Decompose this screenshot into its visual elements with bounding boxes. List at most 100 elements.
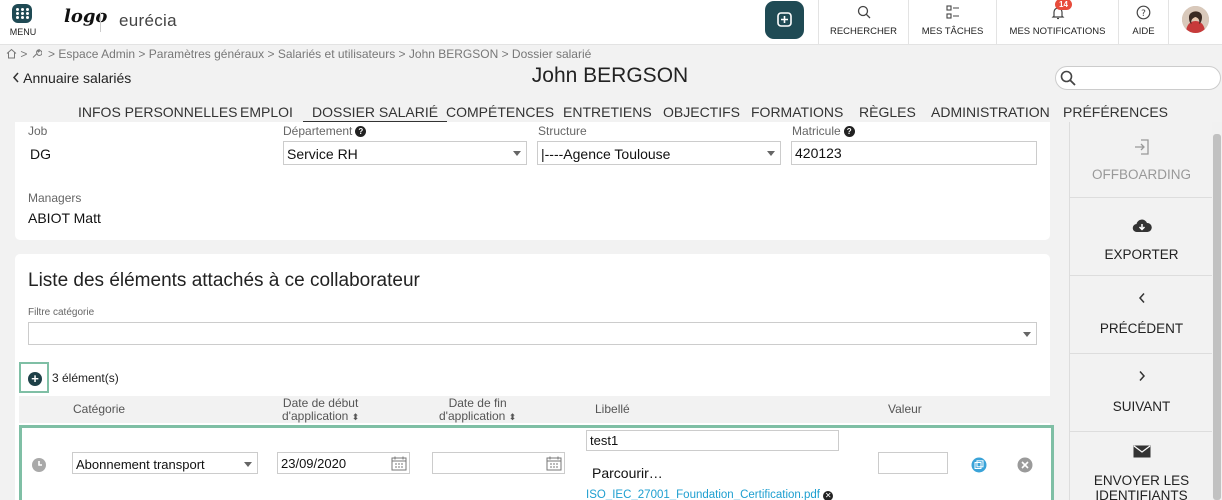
- user-menu[interactable]: [1168, 0, 1222, 45]
- structure-label: Structure: [538, 124, 587, 138]
- browse-button[interactable]: Parcourir…: [592, 465, 663, 481]
- label-input[interactable]: test1: [586, 430, 839, 451]
- col-category[interactable]: Catégorie: [73, 403, 125, 416]
- remove-file-icon[interactable]: ✕: [823, 491, 834, 500]
- menu-button[interactable]: MENU: [0, 0, 46, 45]
- employee-search-box[interactable]: [1055, 66, 1221, 90]
- calendar-icon[interactable]: [546, 456, 562, 471]
- tab-administration[interactable]: ADMINISTRATION: [931, 104, 1050, 120]
- duplicate-icon[interactable]: [971, 457, 987, 473]
- tab-dossier-salarie[interactable]: DOSSIER SALARIÉ: [303, 104, 448, 123]
- job-value: DG: [30, 146, 51, 162]
- employee-info-card: [15, 122, 1050, 240]
- department-label-text: Département: [283, 124, 353, 138]
- search-nav-button[interactable]: RECHERCHER: [818, 0, 908, 45]
- category-filter-select[interactable]: [28, 322, 1037, 345]
- tab-infos-personnelles[interactable]: INFOS PERSONNELLES: [78, 104, 238, 120]
- top-bar: MENU logo eurécia RECHERCHER MES TÂCHES …: [0, 0, 1222, 45]
- notifications-nav-button[interactable]: 14 MES NOTIFICATIONS: [996, 0, 1118, 45]
- breadcrumb: > > Espace Admin > Paramètres généraux >…: [6, 47, 591, 61]
- department-label: Département?: [283, 124, 367, 138]
- col-end-date-line2-text: d'application: [439, 409, 506, 423]
- help-icon: ?: [1136, 5, 1151, 20]
- actions-panel: OFFBOARDING EXPORTER PRÉCÉDENT SUIVANT E…: [1069, 122, 1213, 500]
- col-label: Libellé: [595, 402, 630, 416]
- export-button[interactable]: EXPORTER: [1070, 198, 1213, 276]
- col-end-date[interactable]: Date de fin d'application ⬍: [439, 397, 516, 424]
- calendar-icon[interactable]: [391, 456, 407, 471]
- divider: [100, 12, 101, 32]
- tab-regles[interactable]: RÈGLES: [859, 104, 916, 120]
- tab-preferences[interactable]: PRÉFÉRENCES: [1063, 104, 1168, 120]
- offboarding-icon: [1134, 139, 1149, 155]
- tab-formations[interactable]: FORMATIONS: [751, 104, 843, 120]
- tasks-nav-button[interactable]: MES TÂCHES: [908, 0, 996, 45]
- start-date-value: 23/09/2020: [281, 456, 347, 471]
- home-icon[interactable]: [6, 48, 17, 59]
- start-date-input[interactable]: 23/09/2020: [277, 452, 410, 474]
- category-select[interactable]: Abonnement transport: [72, 452, 258, 474]
- col-start-date-line2: d'application ⬍: [282, 410, 359, 424]
- notification-count-badge: 14: [1055, 0, 1072, 10]
- col-start-date[interactable]: Date de début d'application ⬍: [282, 397, 359, 424]
- department-value: Service RH: [287, 146, 358, 162]
- export-label: EXPORTER: [1104, 247, 1179, 262]
- offboarding-button[interactable]: OFFBOARDING: [1070, 122, 1213, 198]
- offboarding-label: OFFBOARDING: [1091, 167, 1191, 182]
- menu-label: MENU: [9, 27, 37, 37]
- attached-file-link: ISO_IEC_27001_Foundation_Certification.p…: [586, 489, 834, 500]
- help-nav-button[interactable]: ? AIDE: [1118, 0, 1168, 45]
- job-label: Job: [28, 124, 48, 138]
- caret-down-icon: [767, 151, 775, 156]
- send-credentials-button[interactable]: ENVOYER LES IDENTIFIANTS: [1070, 432, 1213, 500]
- envelope-icon: [1133, 445, 1150, 458]
- previous-button[interactable]: PRÉCÉDENT: [1070, 276, 1213, 354]
- value-input[interactable]: [878, 452, 948, 474]
- svg-text:?: ?: [1141, 9, 1146, 19]
- tab-objectifs[interactable]: OBJECTIFS: [663, 104, 740, 120]
- plus-circle-icon: +: [28, 372, 42, 386]
- tab-entretiens[interactable]: ENTRETIENS: [563, 104, 652, 120]
- next-button[interactable]: SUIVANT: [1070, 354, 1213, 432]
- managers-label: Managers: [28, 191, 82, 205]
- scrollbar-thumb[interactable]: [1213, 134, 1221, 500]
- attached-file-name[interactable]: ISO_IEC_27001_Foundation_Certification.p…: [586, 489, 820, 500]
- element-count: 3 élément(s): [52, 371, 119, 385]
- search-icon: [1060, 70, 1076, 86]
- structure-value: |----Agence Toulouse: [541, 146, 671, 162]
- help-nav-label: AIDE: [1132, 26, 1155, 37]
- managers-value: ABIOT Matt: [28, 210, 101, 226]
- breadcrumb-path[interactable]: > Espace Admin > Paramètres généraux > S…: [48, 47, 591, 61]
- tasks-icon: [945, 5, 959, 19]
- structure-select[interactable]: |----Agence Toulouse: [537, 141, 781, 165]
- add-element-button[interactable]: +: [19, 362, 49, 393]
- category-filter-label: Filtre catégorie: [28, 307, 95, 318]
- caret-down-icon: [513, 151, 521, 156]
- chevron-left-icon: [1138, 293, 1145, 303]
- chevron-right-icon: [1138, 371, 1145, 381]
- search-icon: [857, 5, 870, 19]
- table-row: Abonnement transport 23/09/2020 test1 Pa…: [19, 425, 1054, 500]
- col-value: Valeur: [888, 402, 922, 416]
- end-date-input[interactable]: [432, 452, 565, 474]
- help-icon[interactable]: ?: [355, 126, 367, 137]
- matricule-label-text: Matricule: [792, 124, 841, 138]
- history-icon[interactable]: [31, 457, 47, 473]
- quick-add-button[interactable]: [765, 1, 804, 39]
- matricule-label: Matricule?: [792, 124, 855, 138]
- tab-competences[interactable]: COMPÉTENCES: [446, 104, 554, 120]
- help-icon[interactable]: ?: [843, 126, 855, 137]
- scrollbar[interactable]: [1212, 122, 1222, 500]
- caret-down-icon: [244, 462, 252, 467]
- sort-icon: ⬍: [508, 412, 517, 422]
- matricule-input[interactable]: 420123: [791, 141, 1037, 165]
- page-title: John BERGSON: [531, 64, 689, 87]
- employee-search-input[interactable]: [1082, 70, 1212, 86]
- tab-bar: INFOS PERSONNELLES EMPLOI DOSSIER SALARI…: [0, 104, 1222, 123]
- tab-emploi[interactable]: EMPLOI: [240, 104, 293, 120]
- department-select[interactable]: Service RH: [283, 141, 527, 165]
- delete-icon[interactable]: [1017, 457, 1033, 473]
- brand-name: eurécia: [119, 11, 177, 30]
- attachments-title: Liste des éléments attachés à ce collabo…: [28, 270, 420, 291]
- plus-square-icon: [777, 12, 792, 27]
